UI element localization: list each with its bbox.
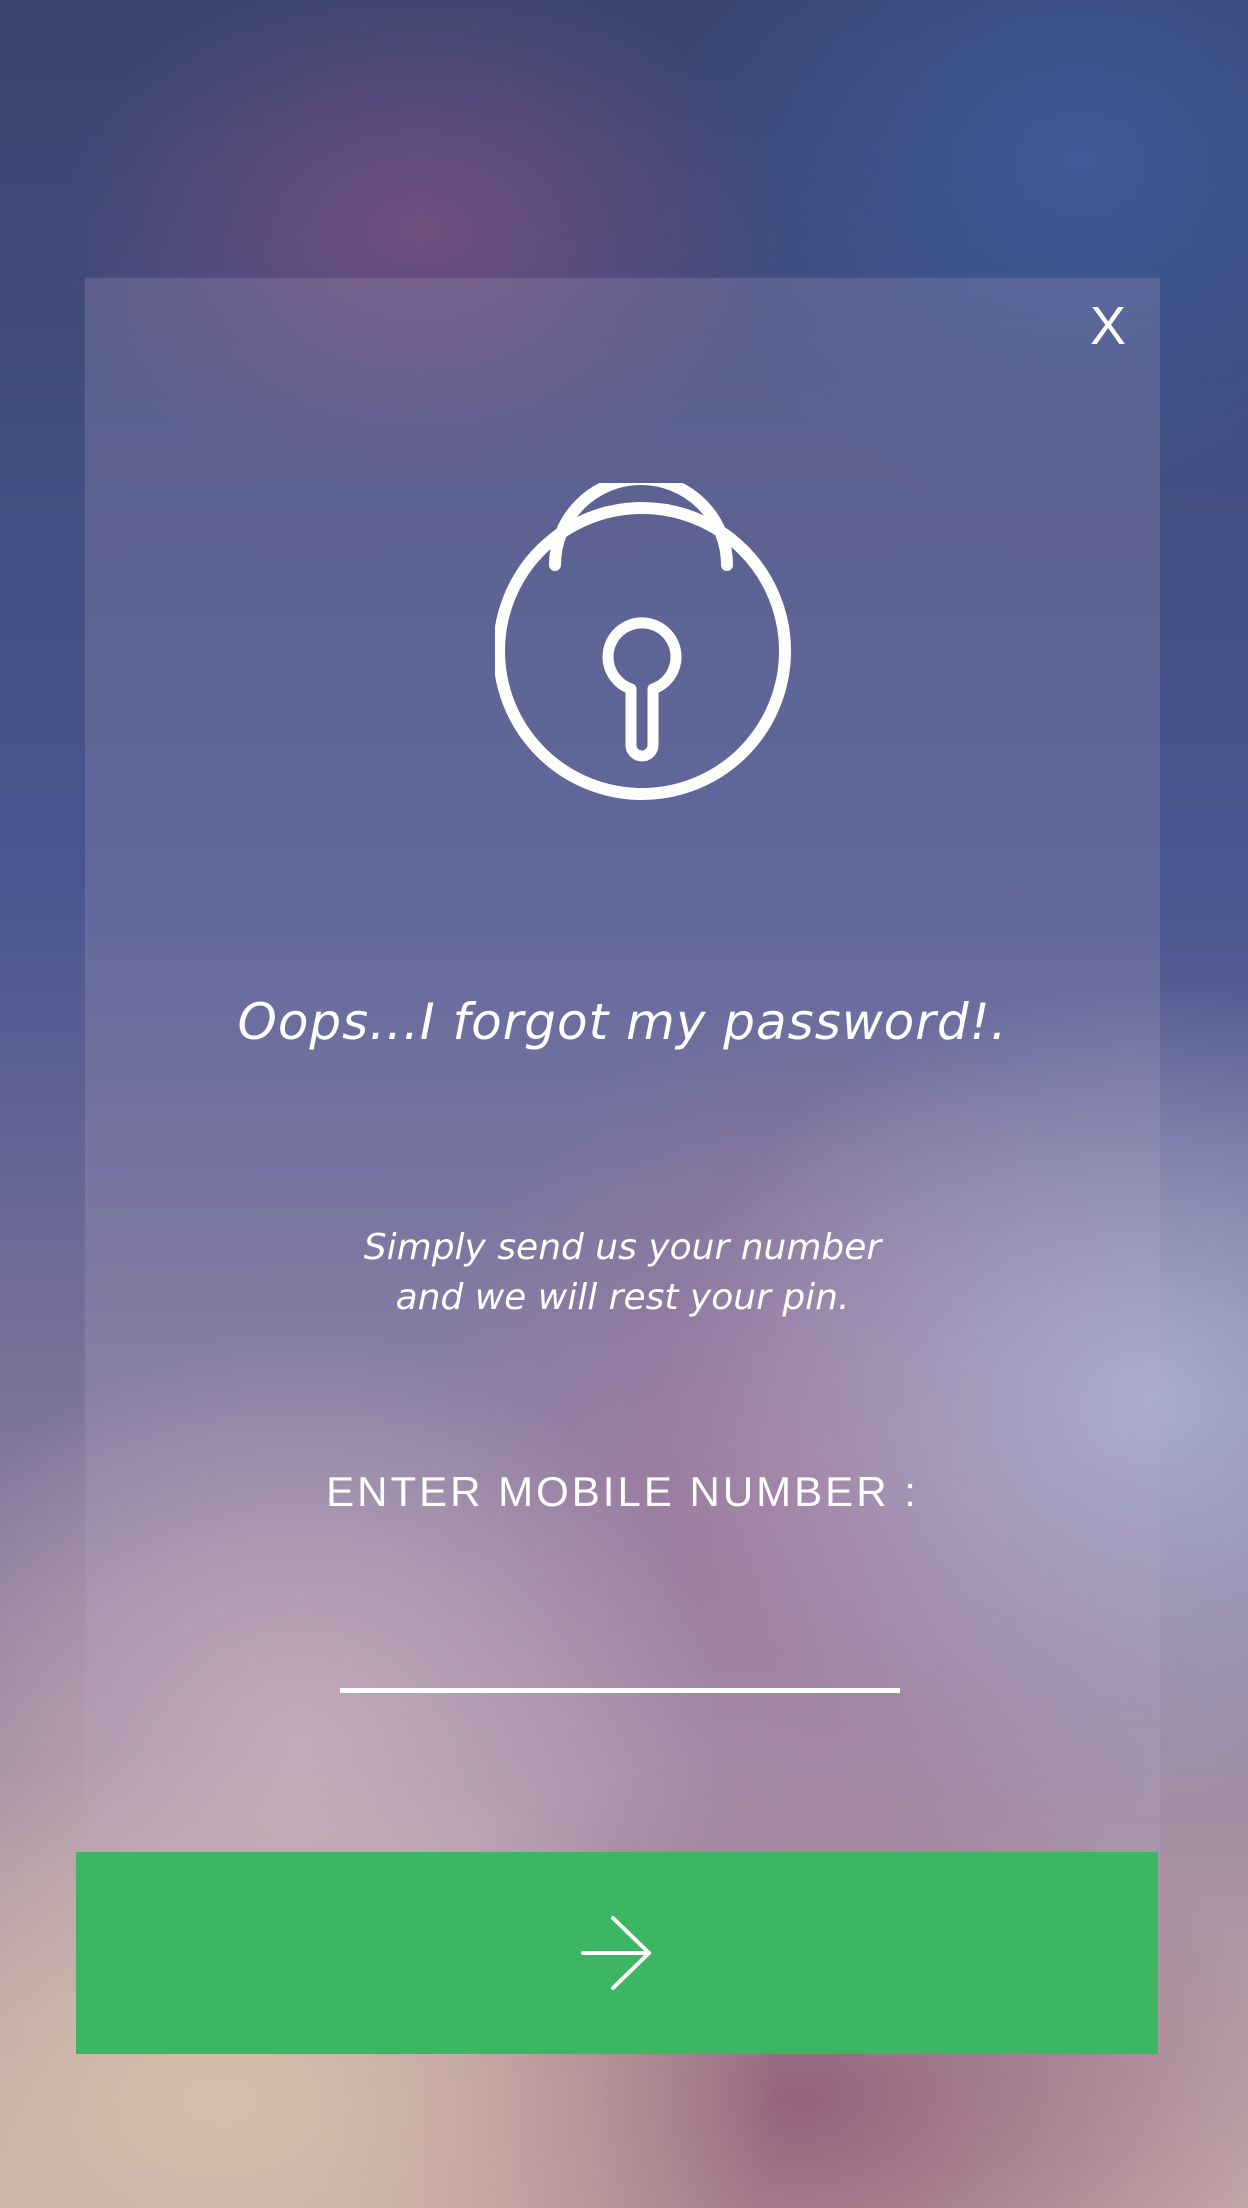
- instructions-text: Simply send us your number and we will r…: [85, 1223, 1160, 1323]
- instructions-line-1: Simply send us your number: [363, 1227, 882, 1268]
- mobile-number-label: ENTER MOBILE NUMBER :: [326, 1468, 919, 1515]
- padlock-icon: [495, 483, 791, 800]
- page-title: Oops...I forgot my password!.: [237, 993, 1008, 1051]
- arrow-right-icon: [581, 1916, 651, 1990]
- instructions-line-2: and we will rest your pin.: [395, 1277, 850, 1318]
- forgot-password-card: X Oops...I forgot my password!. Simply s…: [85, 278, 1160, 2053]
- close-button[interactable]: X: [1078, 296, 1138, 356]
- submit-button[interactable]: [76, 1852, 1158, 2054]
- mobile-number-input[interactable]: [340, 1628, 900, 1693]
